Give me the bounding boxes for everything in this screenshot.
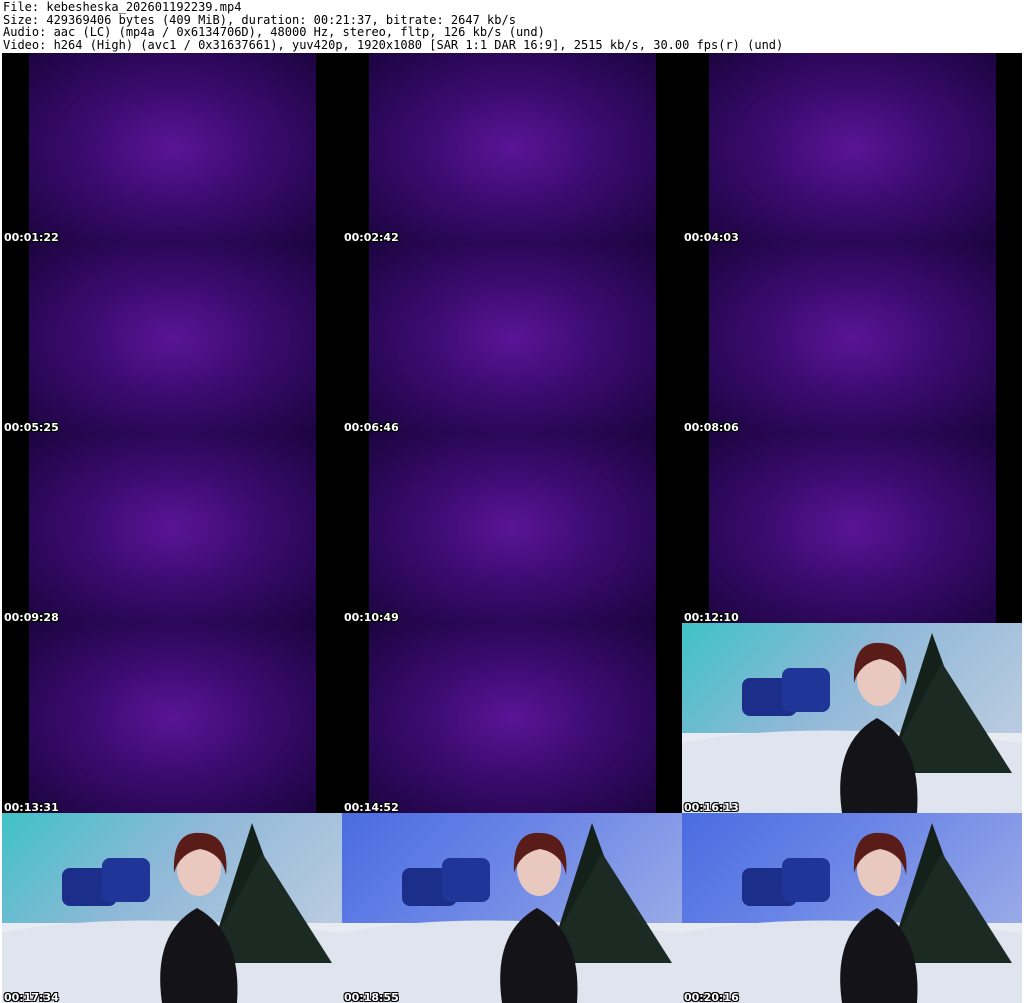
timestamp: 00:14:52 [344, 801, 399, 813]
purple-background [369, 433, 656, 623]
thumbnail: BRB 00:10:49 [342, 433, 682, 623]
purple-background [29, 623, 316, 813]
timestamp: 00:17:34 [4, 991, 59, 1003]
purple-background [29, 433, 316, 623]
timestamp: 00:04:03 [684, 231, 739, 243]
purple-background [709, 433, 996, 623]
timestamp: 00:10:49 [344, 611, 399, 623]
timestamp: 00:16:13 [684, 801, 739, 813]
purple-background [29, 243, 316, 433]
webcam-scene [682, 823, 1022, 1003]
thumbnail: BRB 00:01:22 [2, 53, 342, 243]
timestamp: 00:01:22 [4, 231, 59, 243]
purple-background [709, 53, 996, 243]
thumbnail: 00:20:16 [682, 813, 1022, 1003]
webcam-scene [682, 633, 1022, 813]
thumbnail: BRB 00:12:10 [682, 433, 1022, 623]
timestamp: 00:08:06 [684, 421, 739, 433]
timestamp: 00:13:31 [4, 801, 59, 813]
purple-background [369, 623, 656, 813]
file-line: File: kebesheska_202601192239.mp4 [3, 0, 242, 14]
audio-line: Audio: aac (LC) (mp4a / 0x6134706D), 480… [3, 25, 545, 40]
webcam-scene [342, 823, 682, 1003]
thumbnail: BRB 00:05:25 [2, 243, 342, 433]
thumbnail: 00:17:34 [2, 813, 342, 1003]
thumbnail-grid: BRB 00:01:22 BRB 00:02:42 [2, 53, 1022, 1003]
thumbnail: BRB 00:09:28 [2, 433, 342, 623]
timestamp: 00:02:42 [344, 231, 399, 243]
thumbnail: BRB 00:04:03 [682, 53, 1022, 243]
timestamp: 00:12:10 [684, 611, 739, 623]
timestamp: 00:20:16 [684, 991, 739, 1003]
thumbnail: BRB 00:13:31 [2, 623, 342, 813]
thumbnail: BRB 00:06:46 [342, 243, 682, 433]
file-info: File: kebesheska_202601192239.mp4 Size: 4… [3, 1, 783, 51]
timestamp: 00:05:25 [4, 421, 59, 433]
purple-background [369, 53, 656, 243]
purple-background [29, 53, 316, 243]
webcam-scene [2, 823, 342, 1003]
thumbnail: 00:18:55 [342, 813, 682, 1003]
timestamp: 00:09:28 [4, 611, 59, 623]
thumbnail: 00:16:13 [682, 623, 1022, 813]
timestamp: 00:06:46 [344, 421, 399, 433]
video-line: Video: h264 (High) (avc1 / 0x31637661), … [3, 37, 784, 52]
thumbnail: BRB 00:14:52 [342, 623, 682, 813]
purple-background [709, 243, 996, 433]
timestamp: 00:18:55 [344, 991, 399, 1003]
thumbnail: BRB 00:02:42 [342, 53, 682, 243]
thumbnail: BRB 00:08:06 [682, 243, 1022, 433]
purple-background [369, 243, 656, 433]
